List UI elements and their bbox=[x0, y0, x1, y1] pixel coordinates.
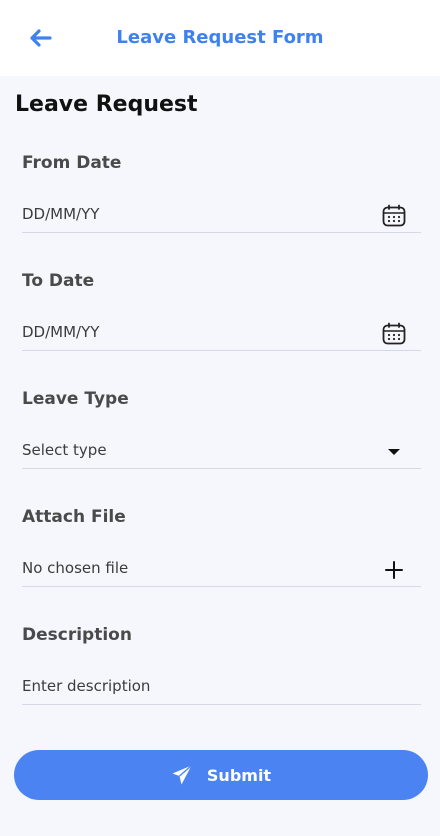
leave-type-label: Leave Type bbox=[22, 389, 129, 409]
to-date-field[interactable]: DD/MM/YY bbox=[22, 315, 421, 351]
leave-type-placeholder: Select type bbox=[22, 441, 107, 459]
attach-file-label: Attach File bbox=[22, 507, 126, 527]
send-icon bbox=[171, 764, 193, 786]
attach-file-value: No chosen file bbox=[22, 559, 129, 577]
from-date-label: From Date bbox=[22, 153, 122, 173]
submit-label: Submit bbox=[206, 765, 272, 785]
calendar-icon[interactable] bbox=[381, 321, 407, 347]
to-date-placeholder: DD/MM/YY bbox=[22, 323, 100, 341]
leave-type-select[interactable]: Select type bbox=[22, 433, 421, 469]
description-label: Description bbox=[22, 625, 132, 645]
calendar-icon[interactable] bbox=[381, 203, 407, 229]
plus-icon[interactable] bbox=[381, 557, 407, 583]
submit-button[interactable]: Submit bbox=[14, 750, 428, 800]
description-placeholder: Enter description bbox=[22, 677, 151, 695]
page-title: Leave Request bbox=[15, 92, 198, 117]
from-date-placeholder: DD/MM/YY bbox=[22, 205, 100, 223]
caret-down-icon[interactable] bbox=[381, 439, 407, 465]
description-input[interactable]: Enter description bbox=[22, 669, 421, 705]
from-date-field[interactable]: DD/MM/YY bbox=[22, 197, 421, 233]
app-header: Leave Request Form bbox=[0, 0, 440, 76]
to-date-label: To Date bbox=[22, 271, 95, 291]
header-title: Leave Request Form bbox=[116, 27, 324, 48]
attach-file-field[interactable]: No chosen file bbox=[22, 551, 421, 587]
